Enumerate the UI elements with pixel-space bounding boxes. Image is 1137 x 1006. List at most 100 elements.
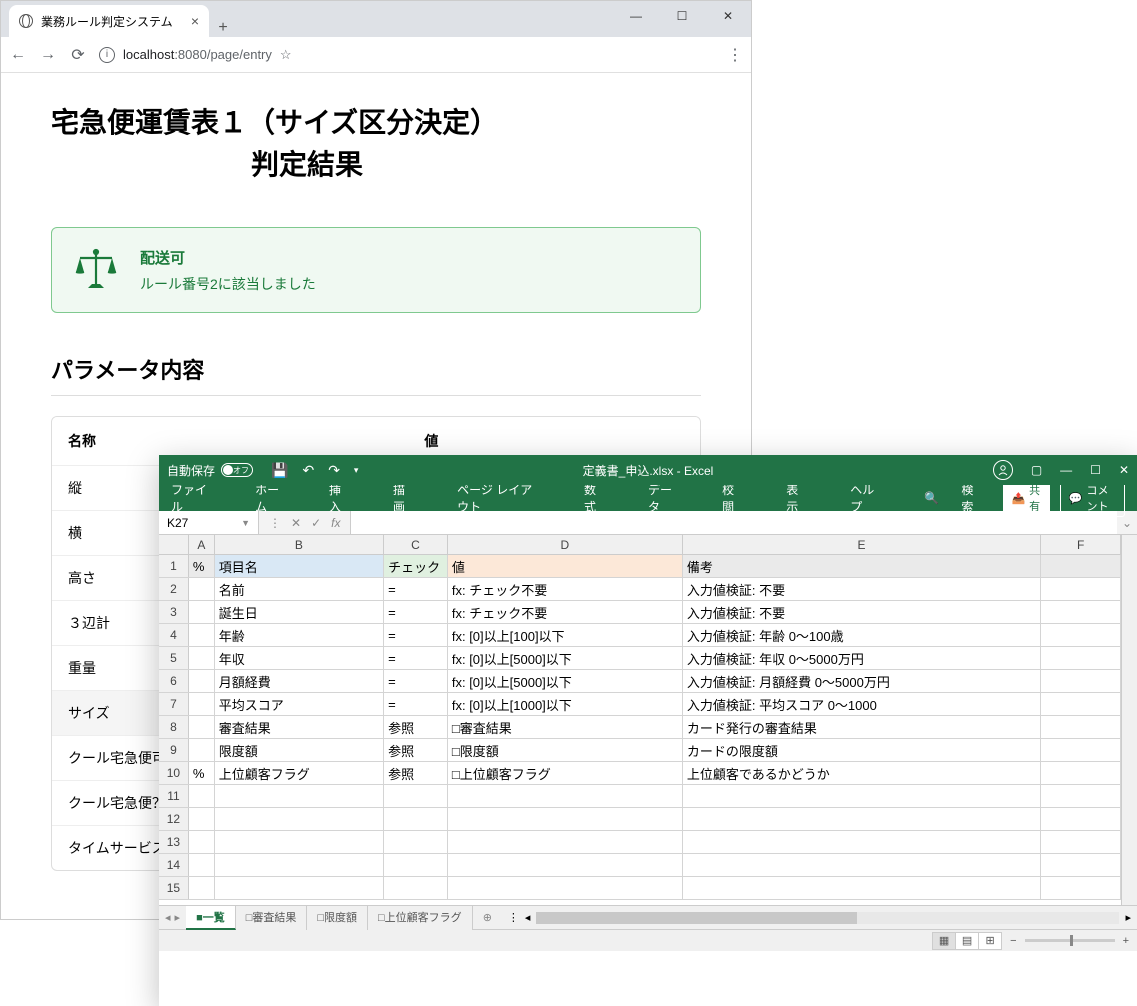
cell[interactable] bbox=[1041, 762, 1121, 784]
row-header[interactable]: 9 bbox=[159, 739, 189, 761]
vertical-scrollbar[interactable] bbox=[1121, 535, 1137, 905]
fx-icon[interactable]: fx bbox=[331, 516, 340, 530]
close-button[interactable]: ✕ bbox=[705, 1, 751, 31]
col-header[interactable]: F bbox=[1041, 535, 1121, 554]
col-header[interactable]: B bbox=[215, 535, 384, 554]
cell[interactable]: 上位顧客であるかどうか bbox=[683, 762, 1041, 784]
row-header[interactable]: 8 bbox=[159, 716, 189, 738]
row-header[interactable]: 15 bbox=[159, 877, 189, 899]
row-header[interactable]: 12 bbox=[159, 808, 189, 830]
cell[interactable] bbox=[384, 854, 448, 876]
cell[interactable] bbox=[683, 831, 1041, 853]
cell[interactable] bbox=[683, 785, 1041, 807]
row-header[interactable]: 13 bbox=[159, 831, 189, 853]
horizontal-scrollbar[interactable] bbox=[536, 912, 1119, 924]
cell[interactable] bbox=[1041, 877, 1121, 899]
cell[interactable]: = bbox=[384, 670, 448, 692]
cell[interactable] bbox=[215, 808, 384, 830]
cell[interactable]: 年齢 bbox=[215, 624, 384, 646]
cell[interactable]: 入力値検証: 年齢 0～100歳 bbox=[683, 624, 1041, 646]
cell[interactable] bbox=[189, 854, 215, 876]
cell[interactable] bbox=[189, 578, 215, 600]
sheet-tab[interactable]: □審査結果 bbox=[236, 906, 308, 930]
bookmark-star-icon[interactable]: ☆ bbox=[280, 47, 292, 63]
cell[interactable]: □上位顧客フラグ bbox=[448, 762, 683, 784]
cell[interactable]: 上位顧客フラグ bbox=[215, 762, 384, 784]
cell[interactable]: 参照 bbox=[384, 739, 448, 761]
cell[interactable]: = bbox=[384, 624, 448, 646]
cell[interactable] bbox=[215, 854, 384, 876]
cell[interactable]: 年収 bbox=[215, 647, 384, 669]
cell[interactable]: 入力値検証: 平均スコア 0～1000 bbox=[683, 693, 1041, 715]
sheet-nav[interactable]: ◂▸ bbox=[159, 911, 186, 924]
cell[interactable] bbox=[189, 647, 215, 669]
col-header[interactable]: D bbox=[448, 535, 683, 554]
cell[interactable]: 参照 bbox=[384, 762, 448, 784]
cell[interactable] bbox=[384, 808, 448, 830]
cell[interactable]: 入力値検証: 年収 0～5000万円 bbox=[683, 647, 1041, 669]
cell[interactable] bbox=[189, 693, 215, 715]
row-header[interactable]: 1 bbox=[159, 555, 189, 577]
row-header[interactable]: 2 bbox=[159, 578, 189, 600]
ribbon-tab[interactable]: ページ レイアウト bbox=[457, 481, 540, 515]
sheet-tab[interactable]: □上位顧客フラグ bbox=[368, 906, 473, 930]
zoom-out-button[interactable]: − bbox=[1010, 935, 1016, 947]
ribbon-tab[interactable]: 校閲 bbox=[722, 481, 742, 515]
cell[interactable] bbox=[215, 831, 384, 853]
menu-dots-icon[interactable]: ⋮ bbox=[727, 45, 743, 65]
search-label[interactable]: 検索 bbox=[961, 481, 981, 515]
row-header[interactable]: 11 bbox=[159, 785, 189, 807]
cell[interactable] bbox=[215, 877, 384, 899]
zoom-slider[interactable] bbox=[1025, 939, 1115, 942]
new-tab-button[interactable]: + bbox=[209, 19, 237, 37]
row-header[interactable]: 14 bbox=[159, 854, 189, 876]
cell[interactable]: チェック bbox=[384, 555, 448, 577]
cell[interactable]: □審査結果 bbox=[448, 716, 683, 738]
cell[interactable] bbox=[189, 670, 215, 692]
sheet-tab[interactable]: □限度額 bbox=[307, 906, 368, 930]
col-header[interactable]: A bbox=[189, 535, 215, 554]
cell[interactable] bbox=[683, 808, 1041, 830]
maximize-button[interactable]: ☐ bbox=[659, 1, 705, 31]
fx-dots-icon[interactable]: ⋮ bbox=[269, 516, 281, 530]
search-icon[interactable]: 🔍 bbox=[924, 491, 939, 505]
add-sheet-button[interactable]: ⊕ bbox=[473, 911, 502, 924]
cell[interactable]: fx: チェック不要 bbox=[448, 601, 683, 623]
ribbon-tab[interactable]: 挿入 bbox=[329, 481, 349, 515]
cell[interactable] bbox=[1041, 854, 1121, 876]
cell[interactable]: □限度額 bbox=[448, 739, 683, 761]
cell[interactable]: 値 bbox=[448, 555, 683, 577]
chevron-down-icon[interactable]: ▼ bbox=[241, 518, 250, 528]
cell[interactable] bbox=[1041, 693, 1121, 715]
col-header[interactable]: C bbox=[384, 535, 448, 554]
cell[interactable]: カード発行の審査結果 bbox=[683, 716, 1041, 738]
cell[interactable]: 備考 bbox=[683, 555, 1041, 577]
minimize-button[interactable]: — bbox=[613, 1, 659, 31]
cell[interactable] bbox=[189, 831, 215, 853]
cell[interactable] bbox=[189, 716, 215, 738]
cell[interactable] bbox=[384, 785, 448, 807]
col-header[interactable]: E bbox=[683, 535, 1042, 554]
cell[interactable]: 限度額 bbox=[215, 739, 384, 761]
save-icon[interactable]: 💾 bbox=[271, 462, 288, 479]
hscroll-split-icon[interactable]: ⋮ bbox=[508, 911, 519, 924]
excel-minimize-button[interactable]: — bbox=[1060, 463, 1072, 477]
cell[interactable]: fx: [0]以上[5000]以下 bbox=[448, 670, 683, 692]
cell[interactable] bbox=[1041, 578, 1121, 600]
cell[interactable] bbox=[448, 877, 683, 899]
formula-input[interactable] bbox=[350, 511, 1117, 534]
cell[interactable]: 誕生日 bbox=[215, 601, 384, 623]
site-info-icon[interactable]: i bbox=[99, 47, 115, 63]
ribbon-display-icon[interactable]: ▢ bbox=[1031, 463, 1042, 477]
tab-close-icon[interactable]: × bbox=[191, 13, 199, 29]
cell[interactable] bbox=[683, 877, 1041, 899]
back-icon[interactable]: ← bbox=[9, 46, 27, 64]
cell[interactable]: = bbox=[384, 647, 448, 669]
ribbon-tab[interactable]: ヘルプ bbox=[850, 481, 880, 515]
cell[interactable]: = bbox=[384, 601, 448, 623]
name-box[interactable]: K27 ▼ bbox=[159, 511, 259, 534]
row-header[interactable]: 7 bbox=[159, 693, 189, 715]
cell[interactable] bbox=[189, 601, 215, 623]
cell[interactable]: = bbox=[384, 693, 448, 715]
redo-icon[interactable]: ↷ bbox=[328, 462, 340, 479]
